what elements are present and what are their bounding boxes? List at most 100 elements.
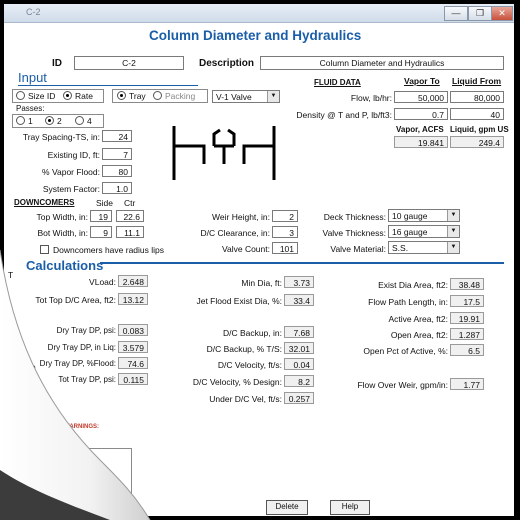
delete-button[interactable]: Delete — [266, 500, 308, 515]
open-area-value: 1.287 — [450, 328, 484, 340]
under-dc-vel-value: 0.257 — [284, 392, 314, 404]
active-area-label: Active Area, ft2: — [388, 314, 448, 324]
side-header: Side — [96, 198, 114, 208]
head-height-label: Head Height: — [12, 436, 62, 446]
weir-height-label: Weir Height, in: — [212, 212, 270, 222]
vapor-to-header: Vapor To — [404, 76, 440, 86]
calc-divider — [100, 262, 504, 264]
vapor-density-input[interactable]: 0.7 — [394, 108, 448, 120]
top-width-ctr-input[interactable]: 22.6 — [116, 210, 144, 222]
liquid-gpm-value: 249.4 — [450, 136, 504, 148]
dry-tray-dp-psi-label: Dry Tray DP, psi: — [56, 326, 116, 335]
pass-2-radio[interactable]: 2 — [45, 116, 62, 126]
packing-radio[interactable]: Packing — [153, 91, 195, 101]
tray-radio[interactable]: Tray — [117, 91, 146, 101]
dc-backup-ts-value: 32.01 — [284, 342, 314, 354]
dry-tray-dp-liq-label: Dry Tray DP, in Liq: — [47, 343, 116, 352]
window-title: C-2 — [26, 7, 41, 17]
valve-count-input[interactable]: 101 — [272, 242, 298, 254]
description-input[interactable]: Column Diameter and Hydraulics — [260, 56, 504, 70]
vapor-flood-input[interactable]: 80 — [102, 165, 132, 177]
hidden-label-ma: Ma — [24, 362, 36, 372]
deck-thickness-label: Deck Thickness: — [323, 212, 386, 222]
valve-count-label: Valve Count: — [221, 244, 270, 254]
min-dia-value: 3.73 — [284, 276, 314, 288]
id-input[interactable]: C-2 — [74, 56, 184, 70]
tray-spacing-label: Tray Spacing-TS, in: — [22, 132, 100, 142]
vapor-acfs-value: 19.841 — [394, 136, 448, 148]
chevron-down-icon: ▼ — [447, 226, 459, 237]
dry-tray-dp-psi-value: 0.083 — [118, 324, 148, 336]
top-width-side-input[interactable]: 19 — [90, 210, 112, 222]
deck-thickness-select[interactable]: 10 gauge ▼ — [388, 209, 460, 222]
hidden-label-tin-2: Tin — [40, 413, 52, 423]
dry-tray-dp-flood-value: 74.6 — [118, 357, 148, 369]
dc-backup-value: 7.68 — [284, 326, 314, 338]
existing-id-label: Existing ID, ft: — [47, 150, 100, 160]
dry-tray-dp-flood-label: Dry Tray DP, %Flood: — [39, 359, 116, 368]
open-pct-value: 6.5 — [450, 344, 484, 356]
bot-width-label: Bot Width, in: — [37, 228, 88, 238]
pass-1-radio[interactable]: 1 — [16, 116, 33, 126]
weir-flow-value: 1.77 — [450, 378, 484, 390]
dc-backup-ts-label: D/C Backup, % T/S: — [206, 344, 282, 354]
existing-id-input[interactable]: 7 — [102, 148, 132, 160]
title-bar: C-2 — ❐ ✕ — [4, 4, 514, 23]
top-width-label: Top Width, in: — [36, 212, 89, 222]
app-window: C-2 — ❐ ✕ Column Diameter and Hydraulics… — [4, 4, 514, 516]
size-id-radio[interactable]: Size ID — [16, 91, 55, 101]
minimize-button[interactable]: — — [444, 6, 468, 21]
mode-group: Size ID Rate — [12, 89, 104, 103]
weir-height-input[interactable]: 2 — [272, 210, 298, 222]
hidden-label-t: T — [8, 270, 14, 280]
bot-width-side-input[interactable]: 9 — [90, 226, 112, 238]
dc-velocity-label: D/C Velocity, ft/s: — [217, 360, 282, 370]
rate-radio[interactable]: Rate — [63, 91, 93, 101]
radius-lips-checkbox[interactable]: Downcomers have radius lips — [40, 245, 164, 255]
fluid-data-heading: FLUID DATA — [314, 78, 361, 87]
open-pct-label: Open Pct of Active, %: — [363, 346, 448, 356]
tray-spacing-input[interactable]: 24 — [102, 130, 132, 142]
liquid-density-input[interactable]: 40 — [450, 108, 504, 120]
dry-tray-dp-liq-value: 3.579 — [118, 341, 148, 353]
liquid-flow-input[interactable]: 80,000 — [450, 91, 504, 103]
valve-thickness-select[interactable]: 16 gauge ▼ — [388, 225, 460, 238]
density-label: Density @ T and P, lb/ft3: — [296, 110, 392, 120]
pass-4-radio[interactable]: 4 — [75, 116, 92, 126]
vapor-flow-input[interactable]: 50,000 — [394, 91, 448, 103]
vload-value: 2.648 — [118, 275, 148, 287]
jet-flood-value: 33.4 — [284, 294, 314, 306]
level-bottom-2-radio[interactable]: Level = 0 at Botto — [18, 480, 96, 490]
dc-clearance-input[interactable]: 3 — [272, 226, 298, 238]
chevron-down-icon: ▼ — [447, 210, 459, 221]
tot-tray-dp-value: 0.115 — [118, 373, 148, 385]
passes-group: 1 2 4 — [12, 114, 104, 128]
level-bottom-radio[interactable]: Level = 0 at Bo — [18, 464, 87, 474]
dc-velocity-design-label: D/C Velocity, % Design: — [192, 377, 282, 387]
ctr-header: Ctr — [124, 198, 136, 208]
system-factor-input[interactable]: 1.0 — [102, 182, 132, 194]
cone-roof-label: Cone roof and Cone floor heig — [16, 502, 130, 512]
help-button[interactable]: Help — [330, 500, 370, 515]
valve-type-select[interactable]: V-1 Valve ▼ — [212, 90, 280, 103]
valve-material-select[interactable]: S.S. ▼ — [388, 241, 460, 254]
tray-diagram-icon — [172, 126, 276, 180]
input-divider — [18, 85, 198, 86]
valve-material-label: Valve Material: — [330, 244, 386, 254]
id-label: ID — [52, 58, 62, 69]
restore-button[interactable]: ❐ — [468, 6, 492, 21]
flow-path-value: 17.5 — [450, 295, 484, 307]
exist-dia-area-value: 38.48 — [450, 278, 484, 290]
flow-path-label: Flow Path Length, in: — [368, 297, 448, 307]
hidden-label-ti: Ti — [34, 382, 41, 392]
bot-width-ctr-input[interactable]: 11.1 — [116, 226, 144, 238]
vapor-flood-label: % Vapor Flood: — [42, 167, 100, 177]
active-area-value: 19.91 — [450, 312, 484, 324]
open-area-label: Open Area, ft2: — [390, 330, 448, 340]
under-dc-vel-label: Under D/C Vel, ft/s: — [209, 394, 282, 404]
close-button[interactable]: ✕ — [491, 6, 513, 21]
exist-dia-area-label: Exist Dia Area, ft2: — [378, 280, 448, 290]
liquid-gpm-label: Liquid, gpm US — [450, 125, 509, 134]
vload-label: VLoad: — [89, 277, 116, 287]
chevron-down-icon: ▼ — [267, 91, 279, 102]
